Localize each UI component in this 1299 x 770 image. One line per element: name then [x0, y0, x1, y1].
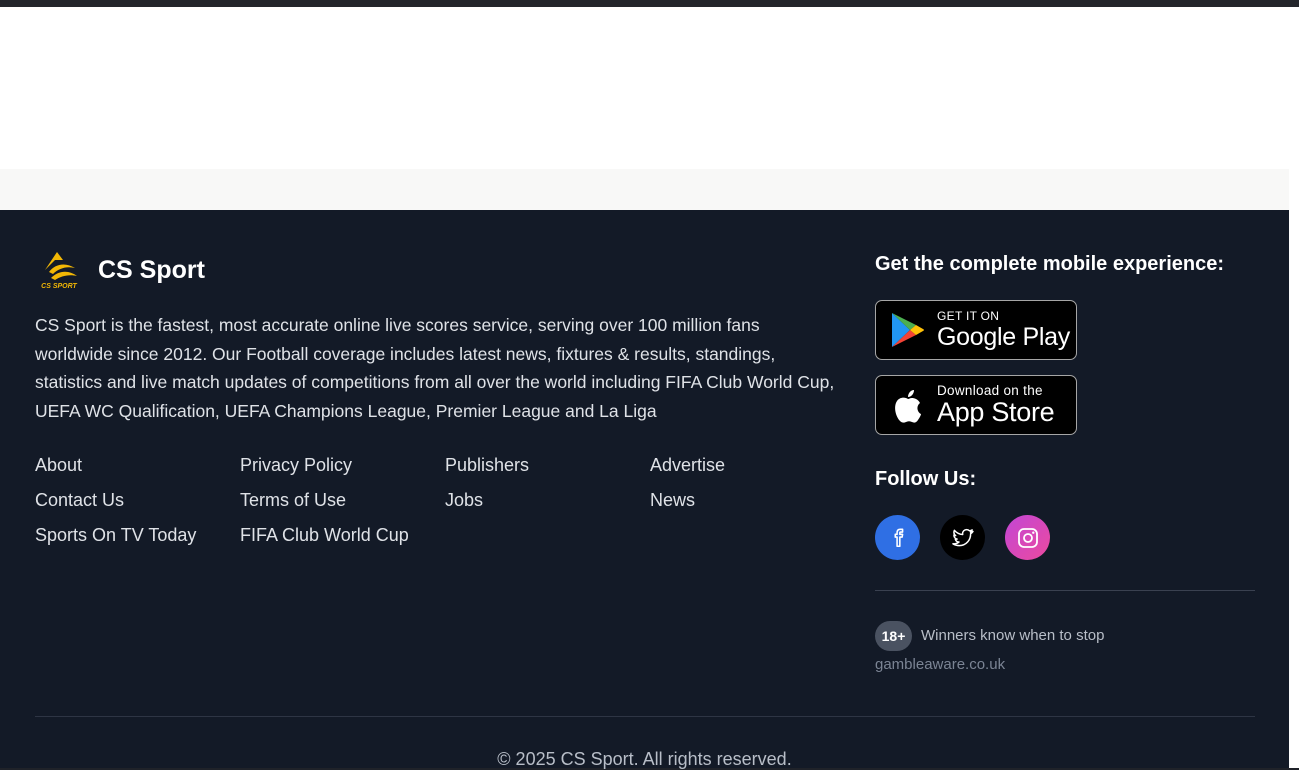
instagram-icon [1017, 527, 1038, 548]
app-store-big-label: App Store [937, 397, 1055, 428]
footer-brand-link[interactable]: CS SPORT CS Sport [35, 250, 205, 290]
footer-bottom-divider [35, 716, 1255, 717]
link-terms-of-use[interactable]: Terms of Use [240, 490, 346, 511]
twitter-icon [951, 528, 974, 546]
twitter-button[interactable] [940, 515, 985, 560]
follow-us-title: Follow Us: [875, 468, 977, 490]
google-play-button[interactable]: GET IT ON Google Play [875, 300, 1077, 360]
browser-top-bar [0, 0, 1299, 7]
gambleaware-link[interactable]: gambleaware.co.uk [875, 656, 1005, 673]
cs-sport-logo-icon: CS SPORT [41, 252, 78, 290]
google-play-small-label: GET IT ON [937, 309, 1000, 323]
svg-text:CS SPORT: CS SPORT [41, 283, 77, 290]
scrollbar-gutter[interactable] [1289, 7, 1299, 768]
brand-name: CS Sport [98, 255, 205, 284]
app-store-small-label: Download on the [937, 382, 1043, 398]
mobile-experience-title: Get the complete mobile experience: [875, 253, 1224, 275]
link-contact-us[interactable]: Contact Us [35, 490, 124, 511]
link-publishers[interactable]: Publishers [445, 455, 529, 476]
about-description: CS Sport is the fastest, most accurate o… [35, 315, 835, 421]
instagram-button[interactable] [1005, 515, 1050, 560]
content-area-blank [0, 7, 1289, 169]
apple-icon [895, 390, 921, 423]
link-sports-on-tv[interactable]: Sports On TV Today [35, 525, 196, 546]
facebook-button[interactable] [875, 515, 920, 560]
link-news[interactable]: News [650, 490, 695, 511]
copyright-text: © 2025 CS Sport. All rights reserved. [0, 749, 1289, 770]
link-advertise[interactable]: Advertise [650, 455, 725, 476]
app-store-button[interactable]: Download on the App Store [875, 375, 1077, 435]
link-fifa-club-world-cup[interactable]: FIFA Club World Cup [240, 525, 409, 546]
responsible-gambling-message: Winners know when to stop [921, 627, 1105, 644]
right-column-divider [875, 590, 1255, 591]
link-about[interactable]: About [35, 455, 82, 476]
link-privacy-policy[interactable]: Privacy Policy [240, 455, 352, 476]
google-play-icon [892, 313, 924, 347]
site-footer: CS SPORT CS Sport CS Sport is the fastes… [0, 210, 1289, 770]
facebook-icon [893, 528, 903, 547]
age-restriction-badge: 18+ [875, 621, 912, 651]
link-jobs[interactable]: Jobs [445, 490, 483, 511]
copyright-label: © 2025 CS Sport. All rights reserved. [497, 749, 792, 769]
content-bottom-strip [0, 169, 1289, 210]
google-play-big-label: Google Play [937, 323, 1070, 351]
